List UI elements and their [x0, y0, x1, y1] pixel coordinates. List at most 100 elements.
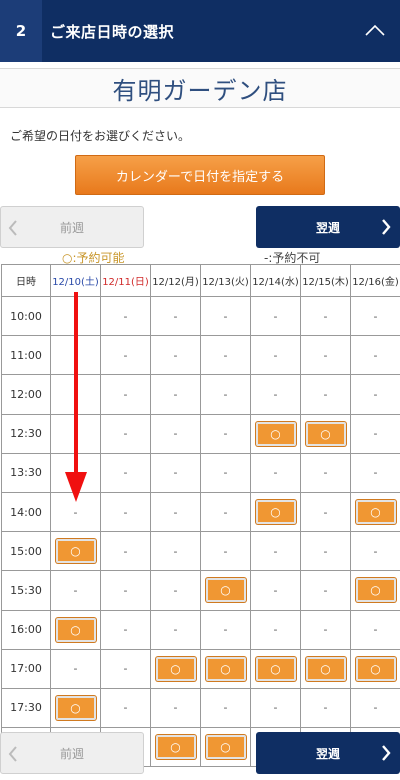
unavailable-cell: -	[250, 609, 301, 650]
available-slot-button[interactable]: ○	[55, 539, 96, 564]
prev-week-button-bottom[interactable]: 前週	[0, 732, 144, 774]
unavailable-mark: -	[73, 348, 78, 362]
table-row: 10:00 - - - - - - -	[1, 295, 400, 337]
unavailable-cell: -	[200, 531, 251, 572]
unavailable-cell: -	[100, 648, 151, 689]
available-slot-button[interactable]: ○	[205, 578, 246, 603]
unavailable-cell: -	[350, 452, 400, 493]
table-row: 16:00 ○ - - - - - -	[1, 609, 400, 650]
unavailable-cell: -	[300, 335, 351, 376]
unavailable-cell: -	[100, 374, 151, 415]
available-slot-button[interactable]: ○	[355, 578, 396, 603]
available-slot-button[interactable]: ○	[355, 656, 396, 681]
unavailable-mark: -	[173, 701, 178, 715]
unavailable-cell: -	[150, 452, 201, 493]
unavailable-cell: -	[50, 295, 101, 337]
unavailable-cell: -	[100, 452, 151, 493]
unavailable-cell: -	[250, 452, 301, 493]
table-row: 17:30 ○ - - - - - -	[1, 687, 400, 729]
unavailable-mark: -	[373, 623, 378, 637]
unavailable-mark: -	[123, 544, 128, 558]
unavailable-cell: -	[150, 687, 201, 729]
available-slot-button[interactable]: ○	[255, 656, 296, 681]
chevron-up-icon[interactable]	[364, 20, 386, 42]
unavailable-cell: -	[300, 295, 351, 337]
store-name: 有明ガーデン店	[0, 68, 400, 108]
available-slot-button[interactable]: ○	[205, 735, 246, 760]
unavailable-cell: -	[100, 413, 151, 454]
unavailable-mark: -	[123, 348, 128, 362]
unavailable-cell: -	[200, 335, 251, 376]
unavailable-cell: -	[100, 491, 151, 533]
time-label: 17:00	[1, 648, 51, 689]
next-week-button[interactable]: 翌週	[256, 206, 400, 248]
unavailable-mark: -	[73, 583, 78, 597]
chevron-left-icon	[8, 746, 17, 762]
next-week-button-bottom[interactable]: 翌週	[256, 732, 400, 774]
available-slot-button[interactable]: ○	[55, 617, 96, 642]
unavailable-mark: -	[73, 309, 78, 323]
unavailable-cell: -	[250, 374, 301, 415]
time-label: 17:30	[1, 687, 51, 729]
unavailable-cell: -	[100, 531, 151, 572]
available-slot-button[interactable]: ○	[205, 656, 246, 681]
unavailable-cell: -	[350, 374, 400, 415]
available-slot-button[interactable]: ○	[255, 421, 296, 446]
slot-cell: ○	[300, 413, 351, 454]
unavailable-mark: -	[173, 505, 178, 519]
prev-week-button[interactable]: 前週	[0, 206, 144, 248]
unavailable-mark: -	[223, 348, 228, 362]
table-row: 11:00 - - - - - - -	[1, 335, 400, 376]
unavailable-cell: -	[200, 452, 251, 493]
unavailable-mark: -	[323, 544, 328, 558]
unavailable-cell: -	[100, 335, 151, 376]
unavailable-cell: -	[350, 687, 400, 729]
unavailable-mark: -	[273, 701, 278, 715]
next-week-label: 翌週	[315, 220, 340, 235]
unavailable-cell: -	[150, 374, 201, 415]
unavailable-cell: -	[250, 570, 301, 611]
available-slot-button[interactable]: ○	[355, 500, 396, 525]
unavailable-cell: -	[350, 335, 400, 376]
unavailable-mark: -	[123, 505, 128, 519]
time-column-header: 日時	[1, 264, 51, 297]
unavailable-mark: -	[323, 623, 328, 637]
available-slot-button[interactable]: ○	[255, 500, 296, 525]
slot-cell: ○	[250, 648, 301, 689]
unavailable-mark: -	[323, 309, 328, 323]
unavailable-mark: -	[273, 348, 278, 362]
unavailable-mark: -	[373, 348, 378, 362]
unavailable-mark: -	[73, 505, 78, 519]
available-slot-button[interactable]: ○	[305, 656, 346, 681]
time-label: 14:00	[1, 491, 51, 533]
unavailable-mark: -	[223, 387, 228, 401]
prev-week-label: 前週	[59, 220, 84, 235]
available-slot-button[interactable]: ○	[55, 695, 96, 720]
unavailable-cell: -	[300, 687, 351, 729]
time-label: 11:00	[1, 335, 51, 376]
day-header: 12/11(日)	[100, 264, 151, 297]
available-slot-button[interactable]: ○	[155, 656, 196, 681]
available-slot-button[interactable]: ○	[155, 735, 196, 760]
unavailable-cell: -	[150, 531, 201, 572]
time-label: 12:00	[1, 374, 51, 415]
unavailable-cell: -	[200, 687, 251, 729]
unavailable-mark: -	[323, 701, 328, 715]
unavailable-cell: -	[50, 413, 101, 454]
unavailable-cell: -	[250, 687, 301, 729]
section-header[interactable]: 2 ご来店日時の選択	[0, 0, 400, 62]
calendar-date-button[interactable]: カレンダーで日付を指定する	[75, 155, 325, 195]
unavailable-mark: -	[373, 309, 378, 323]
unavailable-cell: -	[50, 491, 101, 533]
unavailable-mark: -	[173, 348, 178, 362]
slot-cell: ○	[150, 648, 201, 689]
instruction-text: ご希望の日付をお選びください。	[10, 129, 191, 143]
unavailable-mark: -	[173, 309, 178, 323]
unavailable-mark: -	[123, 583, 128, 597]
unavailable-cell: -	[200, 413, 251, 454]
chevron-right-icon	[382, 219, 391, 235]
unavailable-mark: -	[123, 466, 128, 480]
unavailable-cell: -	[300, 491, 351, 533]
available-slot-button[interactable]: ○	[305, 421, 346, 446]
slot-cell: ○	[50, 687, 101, 729]
